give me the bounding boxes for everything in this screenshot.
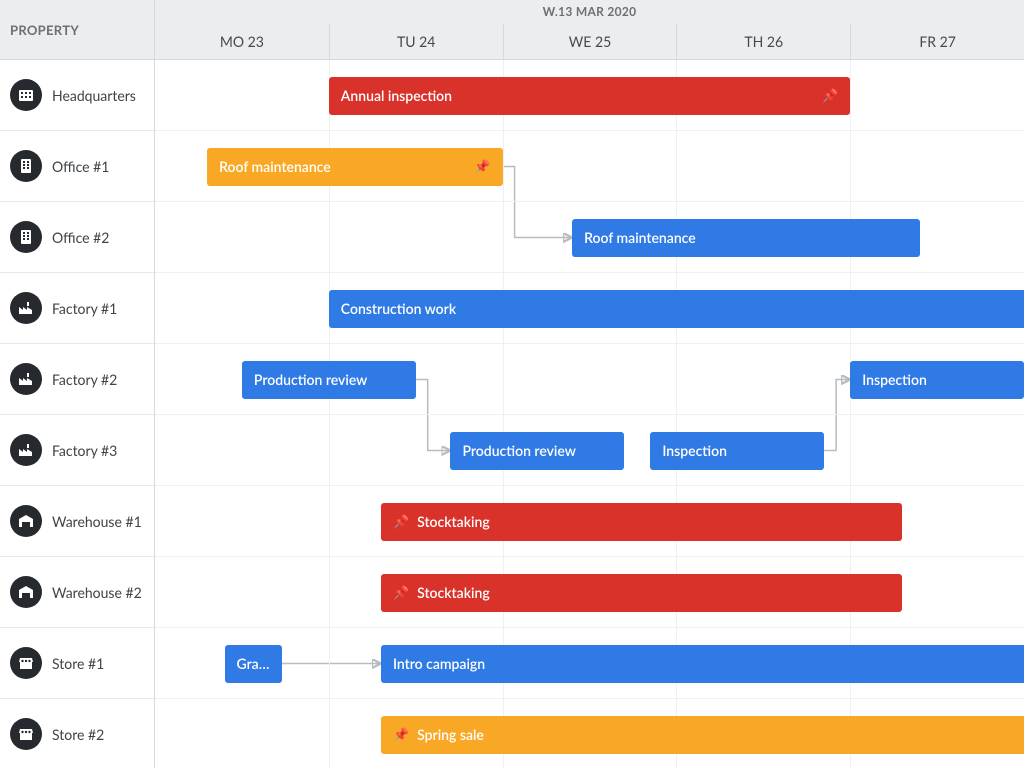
timeline-header: W.13 MAR 2020 MO 23TU 24WE 25TH 26FR 27 (155, 0, 1024, 60)
task-bar[interactable]: Roof maintenance 📌 (207, 148, 502, 186)
property-name: Warehouse #2 (52, 584, 142, 601)
task-label: Construction work (341, 300, 456, 317)
task-label: Production review (254, 371, 367, 388)
day-header[interactable]: TU 24 (329, 24, 503, 59)
property-name: Factory #1 (52, 300, 117, 317)
day-header[interactable]: TH 26 (676, 24, 850, 59)
property-list: Headquarters Office #1 Office #2 Factory #1… (0, 60, 154, 768)
property-column-label: PROPERTY (10, 22, 79, 38)
task-bar[interactable]: Production review (450, 432, 624, 470)
day-header[interactable]: WE 25 (503, 24, 677, 59)
task-bar[interactable]: Production review (242, 361, 416, 399)
task-bar[interactable]: Inspection (650, 432, 824, 470)
timeline-body[interactable]: Annual inspection📌Roof maintenance📌Roof … (155, 60, 1024, 768)
task-label: Annual inspection (341, 87, 452, 104)
property-name: Office #1 (52, 158, 109, 175)
pin-icon: 📌 (393, 728, 409, 741)
property-row[interactable]: Store #1 (0, 628, 154, 699)
store-icon (10, 647, 42, 679)
property-name: Store #1 (52, 655, 104, 672)
task-bar[interactable]: Roof maintenance (572, 219, 920, 257)
property-row[interactable]: Office #1 (0, 131, 154, 202)
task-label: Intro campaign (393, 655, 485, 672)
property-row[interactable]: Warehouse #1 (0, 486, 154, 557)
office-icon (10, 221, 42, 253)
office-icon (10, 150, 42, 182)
pin-icon: 📌 (393, 515, 409, 528)
sidebar-header: PROPERTY (0, 0, 154, 60)
task-bar[interactable]: Annual inspection 📌 (329, 77, 850, 115)
property-name: Factory #2 (52, 371, 117, 388)
timeline: W.13 MAR 2020 MO 23TU 24WE 25TH 26FR 27 … (155, 0, 1024, 768)
task-label: Inspection (862, 371, 927, 388)
warehouse-icon (10, 576, 42, 608)
factory-icon (10, 363, 42, 395)
store-icon (10, 718, 42, 750)
day-headers: MO 23TU 24WE 25TH 26FR 27 (155, 24, 1024, 59)
day-header[interactable]: FR 27 (850, 24, 1024, 59)
property-name: Headquarters (52, 87, 136, 104)
factory-icon (10, 434, 42, 466)
pin-icon: 📌 (393, 586, 409, 599)
task-bar[interactable]: Inspection (850, 361, 1024, 399)
task-bar[interactable]: 📌 Spring sale (381, 716, 1024, 754)
task-label: Production review (462, 442, 575, 459)
factory-icon (10, 292, 42, 324)
day-header[interactable]: MO 23 (155, 24, 329, 59)
task-label: Grand o (237, 655, 270, 672)
property-name: Factory #3 (52, 442, 117, 459)
property-row[interactable]: Warehouse #2 (0, 557, 154, 628)
week-label: W.13 MAR 2020 (155, 0, 1024, 24)
task-bar[interactable]: Grand o (225, 645, 282, 683)
building-icon (10, 79, 42, 111)
property-sidebar: PROPERTY Headquarters Office #1 Office #2 F… (0, 0, 155, 768)
property-row[interactable]: Factory #3 (0, 415, 154, 486)
property-row[interactable]: Factory #2 (0, 344, 154, 415)
task-label: Spring sale (417, 726, 484, 743)
property-row[interactable]: Office #2 (0, 202, 154, 273)
property-row[interactable]: Factory #1 (0, 273, 154, 344)
property-row[interactable]: Headquarters (0, 60, 154, 131)
task-label: Stocktaking (417, 584, 490, 601)
property-name: Office #2 (52, 229, 109, 246)
task-bar[interactable]: Intro campaign (381, 645, 1024, 683)
task-bar[interactable]: 📌 Stocktaking (381, 574, 902, 612)
task-label: Roof maintenance (219, 158, 331, 175)
warehouse-icon (10, 505, 42, 537)
task-label: Inspection (662, 442, 727, 459)
pin-icon: 📌 (474, 160, 490, 173)
task-bar[interactable]: 📌 Stocktaking (381, 503, 902, 541)
property-name: Store #2 (52, 726, 104, 743)
task-bar[interactable]: Construction work (329, 290, 1024, 328)
task-label: Stocktaking (417, 513, 490, 530)
property-row[interactable]: Store #2 (0, 699, 154, 768)
property-name: Warehouse #1 (52, 513, 142, 530)
task-label: Roof maintenance (584, 229, 696, 246)
pin-icon: 📌 (822, 89, 838, 102)
